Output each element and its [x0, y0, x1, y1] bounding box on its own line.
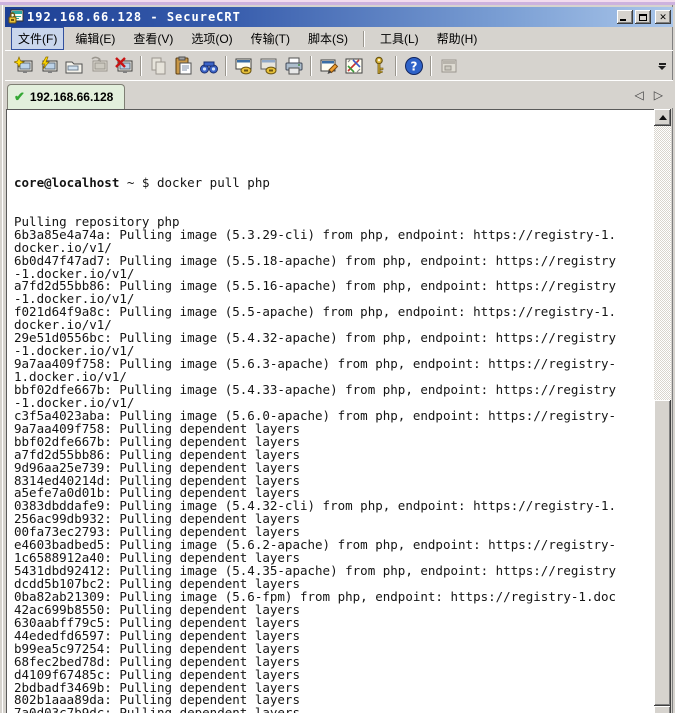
scrollbar-thumb[interactable] [654, 400, 671, 706]
log-session-icon [234, 56, 254, 76]
menu-separator [363, 31, 365, 47]
quick-connect-button[interactable] [11, 53, 36, 78]
vertical-scrollbar[interactable] [654, 109, 671, 713]
log-session-button[interactable] [231, 53, 256, 78]
session-options-icon [319, 56, 339, 76]
find-button[interactable] [196, 53, 221, 78]
application-window: 192.168.66.128 - SecureCRT ✕ 文件(F) 编辑(E)… [0, 5, 675, 713]
raw-log-session-button[interactable] [256, 53, 281, 78]
print-icon [284, 56, 304, 76]
window-icon [439, 56, 459, 76]
chevron-down-icon [658, 66, 666, 70]
new-window-button-disabled[interactable] [436, 53, 461, 78]
menu-item-edit[interactable]: 编辑(E) [68, 27, 122, 50]
connect-in-tab-button[interactable] [61, 53, 86, 78]
prompt-user-host: core@localhost [14, 175, 119, 190]
menu-item-help[interactable]: 帮助(H) [430, 27, 485, 50]
close-button[interactable]: ✕ [655, 10, 671, 24]
menu-item-options[interactable]: 选项(O) [184, 27, 239, 50]
menu-item-view[interactable]: 查看(V) [126, 27, 180, 50]
reconnect-button[interactable] [86, 53, 111, 78]
session-tab-label: 192.168.66.128 [30, 90, 113, 104]
toolbar-separator [225, 56, 227, 76]
window-title: 192.168.66.128 - SecureCRT [27, 10, 617, 24]
paste-icon [174, 56, 194, 76]
help-button[interactable]: ? [401, 53, 426, 78]
toolbar-separator [140, 56, 142, 76]
menu-item-transfer[interactable]: 传输(T) [244, 27, 297, 50]
menu-bar: 文件(F) 编辑(E) 查看(V) 选项(O) 传输(T) 脚本(S) 工具(L… [5, 27, 673, 50]
raw-log-session-icon [259, 56, 279, 76]
copy-icon [149, 56, 169, 76]
help-icon: ? [404, 56, 424, 76]
connect-in-tab-icon [64, 56, 84, 76]
tab-scroll-left-icon[interactable]: ◁ [635, 88, 644, 102]
prompt-command: ~ $ docker pull php [119, 175, 270, 190]
toolbar-separator [310, 56, 312, 76]
global-options-button[interactable] [341, 53, 366, 78]
arrow-up-icon [659, 115, 667, 120]
print-button[interactable] [281, 53, 306, 78]
connect-button[interactable] [36, 53, 61, 78]
find-icon [199, 56, 219, 76]
securecrt-window: 192.168.66.128 - SecureCRT ✕ 文件(F) 编辑(E)… [0, 0, 675, 713]
tab-scroll-right-icon[interactable]: ▷ [654, 88, 663, 102]
toolbar-separator [430, 56, 432, 76]
title-bar[interactable]: 192.168.66.128 - SecureCRT ✕ [5, 7, 673, 27]
session-tab[interactable]: ✔ 192.168.66.128 [7, 84, 125, 109]
maximize-button[interactable] [635, 10, 651, 24]
disconnect-button[interactable] [111, 53, 136, 78]
svg-text:?: ? [410, 59, 417, 73]
key-agent-button[interactable] [366, 53, 391, 78]
toolbar: ? [5, 50, 673, 80]
tab-bar: ✔ 192.168.66.128 ◁ ▷ [5, 80, 673, 108]
scroll-up-button[interactable] [654, 109, 671, 126]
securecrt-app-icon [8, 9, 24, 25]
disconnect-icon [114, 56, 134, 76]
prompt-line: core@localhost ~ $ docker pull php [14, 177, 658, 190]
key-agent-icon [369, 56, 389, 76]
reconnect-icon [89, 56, 109, 76]
global-options-icon [344, 56, 364, 76]
terminal-line: 7a0d03c7b9dc: Pulling dependent layers [14, 707, 658, 713]
menu-item-tools[interactable]: 工具(L) [373, 27, 426, 50]
terminal-output: core@localhost ~ $ docker pull php Pulli… [14, 151, 658, 713]
paste-button[interactable] [171, 53, 196, 78]
copy-button[interactable] [146, 53, 171, 78]
quick-connect-icon [14, 56, 34, 76]
menu-item-file[interactable]: 文件(F) [11, 27, 64, 50]
scroll-down-button[interactable] [654, 706, 671, 713]
connect-icon [39, 56, 59, 76]
menu-item-script[interactable]: 脚本(S) [301, 27, 355, 50]
terminal-screen[interactable]: core@localhost ~ $ docker pull php Pulli… [6, 109, 658, 713]
session-options-button[interactable] [316, 53, 341, 78]
toolbar-overflow-button[interactable] [655, 59, 669, 73]
toolbar-separator [395, 56, 397, 76]
minimize-button[interactable] [617, 10, 633, 24]
connected-check-icon: ✔ [14, 89, 25, 105]
